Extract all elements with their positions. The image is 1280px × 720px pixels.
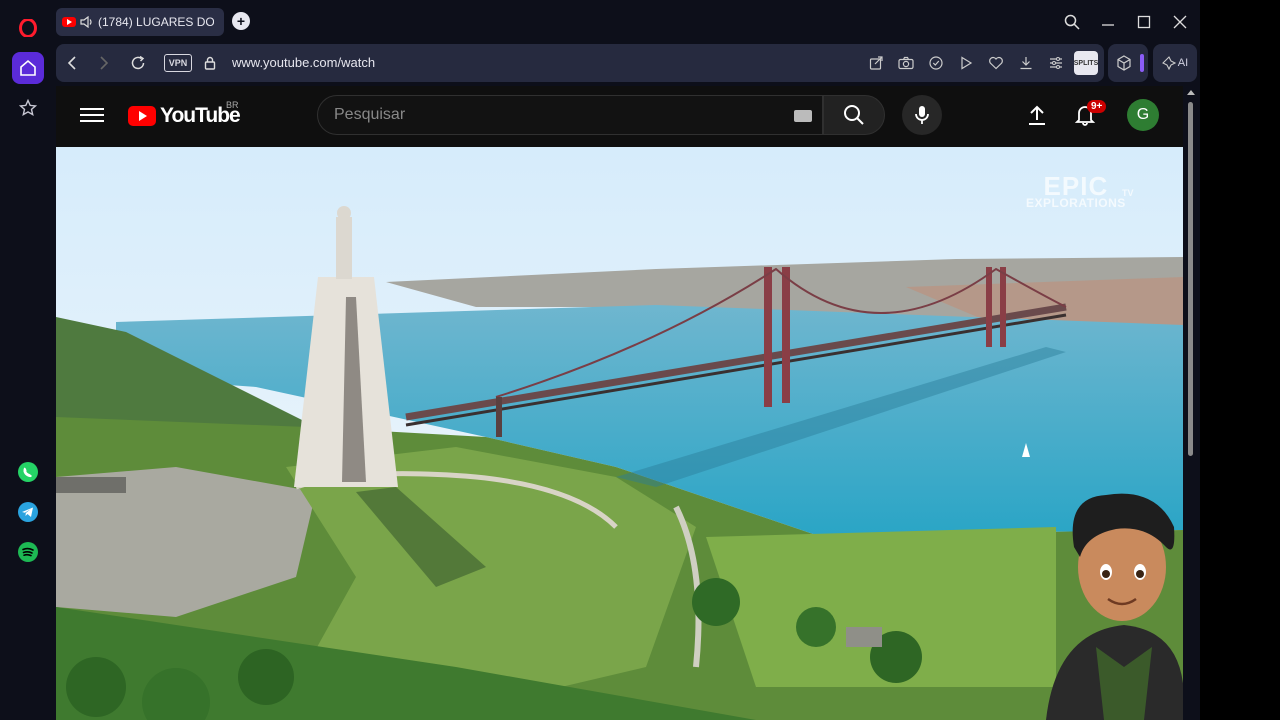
new-tab-button[interactable]: + [232,12,250,30]
browser-window: (1784) LUGARES DO P + VPN www.youtube.co… [0,0,1200,720]
watermark-line2: TV [1122,188,1134,198]
video-watermark: EPIC TV EXPLORATIONS [1026,171,1134,211]
page-scrollbar[interactable] [1186,90,1195,720]
player-icon[interactable] [957,54,975,72]
tab-title: (1784) LUGARES DO P [98,15,214,29]
vpn-badge[interactable]: VPN [164,54,192,72]
speaker-icon[interactable] [80,16,94,28]
shield-check-icon[interactable] [927,54,945,72]
youtube-logo[interactable]: YouTube [128,104,241,128]
browser-sidebar [0,0,52,720]
search-icon [844,105,864,125]
search-button[interactable] [823,95,885,135]
tab-bar: (1784) LUGARES DO P + [52,0,1200,42]
search-placeholder: Pesquisar [334,106,406,123]
reload-icon[interactable] [128,53,148,73]
bookmarks-star-icon[interactable] [12,92,44,124]
aria-ai-label: AI [1177,57,1189,69]
upload-icon[interactable] [1025,103,1049,127]
keyboard-icon[interactable] [794,110,812,122]
aria-icon [1161,56,1176,70]
watermark-line1: EPIC [1043,171,1109,201]
video-frame-image [56,147,1183,720]
scroll-up-icon[interactable] [1187,90,1195,95]
avatar[interactable]: G [1127,99,1159,131]
extension-splits-icon[interactable]: SPLITS [1074,51,1098,75]
screen: (1784) LUGARES DO P + VPN www.youtube.co… [0,0,1280,720]
lock-icon[interactable] [200,53,220,73]
youtube-favicon-icon [62,17,76,27]
heart-icon[interactable] [987,54,1005,72]
cube-icon[interactable] [1117,55,1131,76]
video-player[interactable]: EPIC TV EXPLORATIONS [56,147,1183,720]
aria-ai-button[interactable]: AI [1153,44,1197,82]
home-icon[interactable] [12,52,44,84]
extensions-box[interactable] [1108,44,1148,82]
maximize-icon[interactable] [1132,10,1156,34]
minimize-icon[interactable] [1096,10,1120,34]
extension-indicator [1140,54,1144,72]
close-icon[interactable] [1168,10,1192,34]
download-icon[interactable] [1017,54,1035,72]
youtube-play-icon [128,106,156,126]
back-icon[interactable] [62,53,82,73]
country-code: BR [226,100,239,110]
opera-logo-icon[interactable] [12,12,44,44]
youtube-header: YouTube BR Pesquisar 9+ G [56,86,1183,144]
camera-icon[interactable] [897,54,915,72]
watermark-line3: EXPLORATIONS [1026,196,1126,211]
microphone-icon [915,106,929,124]
scroll-thumb[interactable] [1188,102,1193,456]
hamburger-menu-icon[interactable] [80,104,104,126]
url-field[interactable]: www.youtube.com/watch [232,55,375,70]
share-icon[interactable] [867,54,885,72]
page-viewport: YouTube BR Pesquisar 9+ G EPIC TV EXPLOR… [56,86,1183,720]
spotify-icon[interactable] [12,536,44,568]
tab-youtube[interactable]: (1784) LUGARES DO P [56,8,224,36]
telegram-icon[interactable] [12,496,44,528]
search-input[interactable]: Pesquisar [317,95,823,135]
whatsapp-icon[interactable] [12,456,44,488]
search-tabs-icon[interactable] [1060,10,1084,34]
forward-icon[interactable] [94,53,114,73]
address-bar: VPN www.youtube.com/watch SPLITS [56,44,1104,82]
voice-search-button[interactable] [902,95,942,135]
easy-setup-icon[interactable] [1047,54,1065,72]
notification-badge: 9+ [1087,100,1107,113]
